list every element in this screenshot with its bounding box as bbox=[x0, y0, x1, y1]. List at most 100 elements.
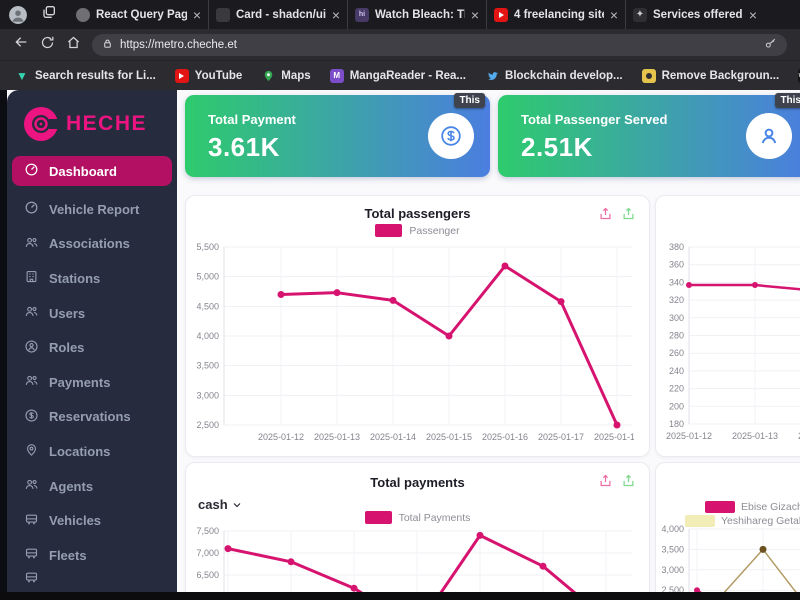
sidebar-item-agents[interactable]: Agents bbox=[7, 469, 177, 504]
export-pink-icon[interactable] bbox=[598, 206, 613, 221]
sidebar-item-vehicle-report[interactable]: Vehicle Report bbox=[7, 192, 177, 227]
svg-text:5,000: 5,000 bbox=[196, 272, 219, 282]
sidebar-item-users[interactable]: Users bbox=[7, 296, 177, 331]
sparkle-favicon: ✦ bbox=[633, 7, 647, 22]
tab-bleach[interactable]: hi Watch Bleach: Thousa × bbox=[347, 0, 486, 29]
svg-text:240: 240 bbox=[669, 366, 684, 376]
svg-text:2,500: 2,500 bbox=[196, 420, 219, 430]
svg-text:4,000: 4,000 bbox=[196, 331, 219, 341]
svg-text:2025-01-18: 2025-01-18 bbox=[594, 432, 634, 442]
tab-freelancing[interactable]: 4 freelancing sites I us × bbox=[486, 0, 625, 29]
sidebar-item-dashboard[interactable]: Dashboard bbox=[12, 156, 172, 186]
refresh-icon[interactable] bbox=[40, 35, 55, 55]
tab-title: React Query Paginatio bbox=[96, 8, 187, 21]
youtube-favicon bbox=[494, 7, 508, 22]
svg-text:380: 380 bbox=[669, 242, 684, 252]
tab-groups-icon[interactable] bbox=[41, 4, 57, 25]
anime-favicon: hi bbox=[355, 7, 369, 22]
this-badge: This bbox=[775, 93, 800, 108]
tab-services[interactable]: ✦ Services offered by A × bbox=[625, 0, 764, 29]
legend-swatch bbox=[705, 501, 735, 513]
sidebar-item-stations[interactable]: Stations bbox=[7, 261, 177, 296]
tab-close-icon[interactable]: × bbox=[193, 8, 201, 22]
right-top-chart-card: 180 200 220 240 260 280 300 320 340 360 380 2025-01… bbox=[655, 195, 800, 457]
yellow-dot-icon bbox=[641, 68, 656, 83]
svg-text:3,000: 3,000 bbox=[196, 390, 219, 400]
svg-text:180: 180 bbox=[669, 419, 684, 429]
map-pin-icon bbox=[24, 442, 39, 460]
address-bar[interactable]: https://metro.cheche.et bbox=[92, 33, 787, 56]
bookmark-maps[interactable]: Maps bbox=[261, 69, 311, 83]
passengers-line-chart: 2,500 3,000 3,500 4,000 4,500 5,000 5,500 2025-… bbox=[194, 241, 634, 449]
sidebar-item-reservations[interactable]: Reservations bbox=[7, 400, 177, 435]
export-pink-icon[interactable] bbox=[598, 473, 613, 488]
total-payments-chart-card: Total payments cash Total Payments 6,000… bbox=[185, 462, 650, 600]
bookmark-blockchain[interactable]: Blockchain develop... bbox=[485, 69, 623, 83]
export-green-icon[interactable] bbox=[621, 206, 636, 221]
svg-text:7,500: 7,500 bbox=[196, 526, 219, 536]
legend-swatch bbox=[364, 511, 392, 524]
this-badge: This bbox=[454, 93, 485, 108]
people-icon bbox=[24, 477, 39, 495]
payment-method-dropdown[interactable]: cash bbox=[198, 497, 243, 512]
youtube-icon bbox=[174, 68, 189, 83]
key-icon[interactable] bbox=[764, 37, 777, 53]
export-green-icon[interactable] bbox=[621, 473, 636, 488]
manga-m-icon: M bbox=[329, 68, 344, 83]
bookmark-youtube[interactable]: YouTube bbox=[174, 68, 242, 83]
chart-legend-row1: Ebise Gizachew bbox=[705, 501, 800, 513]
sidebar-item-vehicles[interactable]: Vehicles bbox=[7, 503, 177, 538]
right-bottom-chart-card: Ebise Gizachew Yeshihareg Getahun 2,5003… bbox=[655, 462, 800, 600]
map-pin-icon bbox=[261, 69, 275, 83]
tab-close-icon[interactable]: × bbox=[749, 8, 757, 22]
bookmarks-bar: ▼ Search results for Li... YouTube Maps M… bbox=[0, 60, 800, 90]
lock-icon bbox=[102, 38, 113, 52]
sidebar: HECHE Dashboard Vehicle Report Associati… bbox=[7, 90, 177, 592]
chart-legend: Passenger bbox=[186, 224, 649, 237]
svg-text:2025-01-12: 2025-01-12 bbox=[666, 431, 712, 441]
svg-text:2025-01-17: 2025-01-17 bbox=[538, 432, 584, 442]
sidebar-item-partial[interactable] bbox=[7, 573, 177, 585]
tab-close-icon[interactable]: × bbox=[610, 8, 618, 22]
bookmark-remove-bg[interactable]: Remove Backgroun... bbox=[641, 68, 779, 83]
chart-title: Total passengers bbox=[364, 206, 471, 221]
sidebar-item-fleets[interactable]: Fleets bbox=[7, 538, 177, 573]
svg-text:2025-01-12: 2025-01-12 bbox=[258, 432, 304, 442]
drivers-line-chart: 2,5003,0003,5004,0002025-01-122025-01-13… bbox=[660, 523, 800, 600]
svg-text:6,500: 6,500 bbox=[196, 570, 219, 580]
person-circle-icon bbox=[746, 113, 792, 159]
card-title: Total Passenger Served bbox=[521, 112, 668, 127]
cheche-logo[interactable]: HECHE bbox=[21, 104, 177, 144]
back-icon[interactable] bbox=[13, 34, 29, 55]
legend-swatch bbox=[375, 224, 403, 237]
tab-close-icon[interactable]: × bbox=[332, 8, 340, 22]
sidebar-item-payments[interactable]: Payments bbox=[7, 365, 177, 400]
svg-text:7,000: 7,000 bbox=[196, 548, 219, 558]
home-icon[interactable] bbox=[66, 35, 81, 55]
tab-title: Watch Bleach: Thousa bbox=[375, 8, 465, 21]
people-icon bbox=[24, 373, 39, 391]
chart-legend: Total Payments bbox=[186, 511, 649, 524]
tab-react-query[interactable]: React Query Paginatio × bbox=[69, 0, 208, 29]
cheche-logo-icon bbox=[21, 104, 61, 144]
svg-text:300: 300 bbox=[669, 313, 684, 323]
legend-label: Passenger bbox=[409, 224, 460, 237]
browser-profile-avatar[interactable] bbox=[9, 6, 27, 24]
sidebar-item-locations[interactable]: Locations bbox=[7, 434, 177, 469]
url-text: https://metro.cheche.et bbox=[120, 38, 237, 51]
svg-text:2025-01-14: 2025-01-14 bbox=[370, 432, 416, 442]
tab-strip: React Query Paginatio × Card - shadcn/ui… bbox=[0, 0, 800, 29]
sidebar-item-associations[interactable]: Associations bbox=[7, 227, 177, 262]
react-query-favicon bbox=[76, 7, 90, 22]
sidebar-item-roles[interactable]: Roles bbox=[7, 330, 177, 365]
right-top-line-chart: 180 200 220 240 260 280 300 320 340 360 380 2025-01… bbox=[660, 241, 800, 447]
tab-close-icon[interactable]: × bbox=[471, 8, 479, 22]
teal-v-icon: ▼ bbox=[16, 68, 28, 83]
payments-line-chart: 6,0006,5007,0007,5002025-01-122025-01-13… bbox=[194, 525, 634, 600]
sidebar-nav: Vehicle Report Associations Stations Use… bbox=[7, 192, 177, 585]
window-bottom-edge bbox=[0, 592, 800, 600]
tab-shadcn[interactable]: Card - shadcn/ui × bbox=[208, 0, 347, 29]
bookmark-mangareader[interactable]: M MangaReader - Rea... bbox=[329, 68, 466, 83]
chart-title: Total payments bbox=[370, 475, 465, 490]
bookmark-search-results[interactable]: ▼ Search results for Li... bbox=[15, 69, 156, 83]
